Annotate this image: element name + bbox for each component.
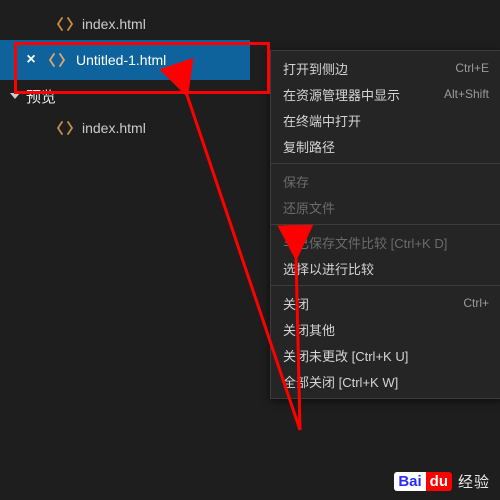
menu-save: 保存 bbox=[271, 168, 500, 194]
menu-separator bbox=[271, 224, 500, 225]
code-brackets-icon bbox=[56, 15, 74, 33]
active-editor-label: Untitled-1.html bbox=[76, 52, 166, 68]
baidu-logo: Baidu bbox=[394, 472, 452, 491]
menu-close[interactable]: 关闭 Ctrl+ bbox=[271, 290, 500, 316]
file-tree-label: index.html bbox=[82, 120, 146, 136]
menu-separator bbox=[271, 163, 500, 164]
menu-open-to-side[interactable]: 打开到侧边 Ctrl+E bbox=[271, 55, 500, 81]
workspace-section-title: 预览 bbox=[26, 86, 56, 107]
code-brackets-icon bbox=[56, 119, 74, 137]
menu-open-in-terminal[interactable]: 在终端中打开 bbox=[271, 107, 500, 133]
watermark: Baidu 经验 bbox=[394, 471, 490, 492]
close-icon[interactable]: × bbox=[24, 52, 38, 68]
menu-separator bbox=[271, 285, 500, 286]
open-editor-item[interactable]: index.html bbox=[0, 8, 250, 40]
active-editor-tab[interactable]: × Untitled-1.html bbox=[0, 40, 250, 80]
code-brackets-icon bbox=[48, 51, 66, 69]
menu-revert-file: 还原文件 bbox=[271, 194, 500, 220]
watermark-brand: 经验 bbox=[458, 471, 490, 492]
menu-compare-with-saved: 与已保存文件比较 [Ctrl+K D] bbox=[271, 229, 500, 255]
menu-copy-path[interactable]: 复制路径 bbox=[271, 133, 500, 159]
open-editor-label: index.html bbox=[82, 16, 146, 32]
menu-reveal-in-explorer[interactable]: 在资源管理器中显示 Alt+Shift bbox=[271, 81, 500, 107]
menu-close-unmodified[interactable]: 关闭未更改 [Ctrl+K U] bbox=[271, 342, 500, 368]
menu-select-for-compare[interactable]: 选择以进行比较 bbox=[271, 255, 500, 281]
menu-close-all[interactable]: 全部关闭 [Ctrl+K W] bbox=[271, 368, 500, 394]
explorer-sidebar: index.html × Untitled-1.html 预览 index.ht… bbox=[0, 0, 250, 144]
chevron-down-icon bbox=[10, 93, 20, 99]
menu-close-others[interactable]: 关闭其他 bbox=[271, 316, 500, 342]
workspace-section-header[interactable]: 预览 bbox=[0, 80, 250, 112]
tab-context-menu: 打开到侧边 Ctrl+E 在资源管理器中显示 Alt+Shift 在终端中打开 … bbox=[270, 50, 500, 399]
file-tree-item[interactable]: index.html bbox=[0, 112, 250, 144]
